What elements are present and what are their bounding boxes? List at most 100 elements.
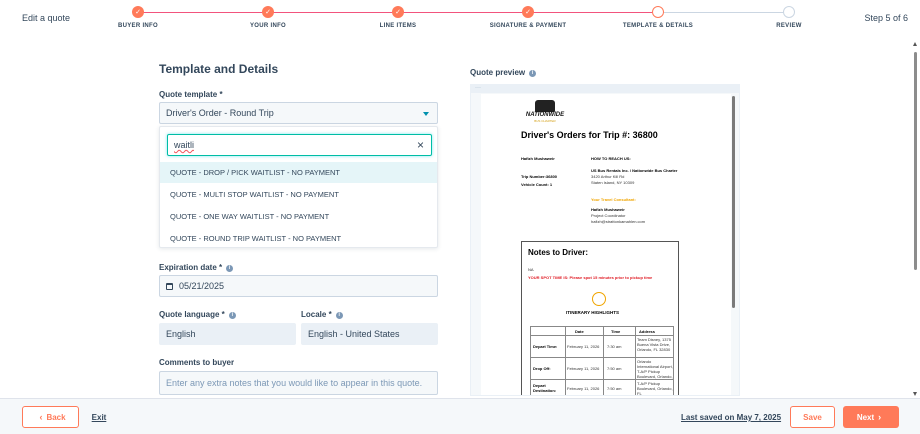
coin-icon [592,292,606,306]
locale-field: English - United States [301,323,438,345]
scrollbar-thumb[interactable] [914,52,917,270]
step-label: LINE ITEMS [379,23,417,29]
pending-step-circle-icon [783,6,795,18]
doc-consultant-title: Your Travel Consultant: [591,197,636,202]
table-cell: 7:50 am [607,386,622,391]
search-input-value: waitli [174,140,195,150]
step-template-details[interactable]: TEMPLATE & DETAILS [598,6,718,29]
table-cell: Team Disney, 1375 Buena Vista Drive, Orl… [637,337,671,352]
chevron-left-icon: ‹ [39,412,43,422]
check-icon: ✓ [132,6,144,18]
table-cell: 7:50 am [607,366,622,371]
preview-scrollbar[interactable] [732,96,735,308]
check-icon: ✓ [392,6,404,18]
dropdown-option[interactable]: QUOTE - ONE WAY WAITLIST - NO PAYMENT [160,206,437,227]
exit-link[interactable]: Exit [88,406,110,428]
table-header: Date [575,329,584,334]
logo-text: NATIONWIDE [525,112,565,118]
table-cell: 7:30 am [607,344,622,349]
table-row-label: Depart Destination: [533,383,557,393]
table-divider [531,379,673,380]
expiration-date-label-text: Expiration date * [159,263,223,272]
doc-contact-name: Hafizh Mushaweir [521,156,555,161]
quote-template-label: Quote template * [159,90,223,99]
back-button-label: Back [46,412,66,422]
step-label: SIGNATURE & PAYMENT [489,23,567,29]
expiration-date-label: Expiration date * i [159,263,234,272]
table-divider [635,327,636,395]
table-divider [603,327,604,395]
locale-label: Locale * i [301,310,343,319]
comments-textarea[interactable]: Enter any extra notes that you would lik… [159,371,438,395]
doc-reach-line: US Bus Rentals Inc. / Nationwide Bus Cha… [591,168,678,173]
clear-search-icon[interactable]: × [417,138,424,152]
step-label: BUYER INFO [117,23,158,29]
preview-document: NATIONWIDE BUS CHARTER Driver's Orders f… [481,94,731,395]
step-review[interactable]: REVIEW [729,6,849,29]
step-counter: Step 5 of 6 [864,13,908,23]
template-search-input[interactable]: waitli × [167,134,432,156]
last-saved-link[interactable]: Last saved on May 7, 2025 [681,413,781,422]
table-row-label: Depart Time: [533,344,558,349]
footer-bar: ‹ Back Exit Last saved on May 7, 2025 Sav… [0,398,920,434]
expiration-date-input[interactable]: 05/21/2025 [159,275,438,297]
section-title: Template and Details [159,62,279,76]
scroll-down-arrow-icon[interactable] [913,392,917,396]
table-cell: Orlando International Airport, T-A/P Pic… [637,359,673,379]
quote-progress-header: Edit a quote ✓ BUYER INFO ✓ YOUR INFO ✓ … [0,0,920,40]
quote-template-value: Driver's Order - Round Trip [166,108,274,118]
info-icon[interactable]: i [529,70,537,77]
doc-consultant-line: Project Coordinator [591,213,626,218]
company-logo: NATIONWIDE BUS CHARTER [523,100,567,124]
notes-spot-time: YOUR SPOT TIME IS: Please spot 15 minute… [528,275,653,280]
itinerary-title: ITINERARY HIGHLIGHTS [566,310,620,315]
step-line-items[interactable]: ✓ LINE ITEMS [338,6,458,29]
page-scrollbar[interactable] [913,42,918,396]
doc-consultant-line: Hafizh Mushaweir [591,207,625,212]
quote-preview-frame[interactable]: ··· NATIONWIDE BUS CHARTER Driver's Orde… [470,84,740,396]
notes-na: NA [528,267,534,272]
logo-subtext: BUS CHARTER [534,119,556,123]
doc-vehicle-count: Vehicle Count: 1 [521,182,553,187]
current-step-circle-icon [652,6,664,18]
step-label: YOUR INFO [249,23,287,29]
check-icon: ✓ [522,6,534,18]
table-divider [531,335,673,336]
dropdown-option[interactable]: QUOTE - ROUND TRIP WAITLIST - NO PAYMENT [160,228,437,249]
notes-to-driver-box: Notes to Driver: NA YOUR SPOT TIME IS: P… [521,241,679,395]
locale-value: English - United States [308,329,400,339]
next-button-label: Next [856,412,875,422]
quote-language-field: English [159,323,296,345]
table-header: Address [639,329,656,334]
quote-preview-label-text: Quote preview [470,68,526,77]
doc-trip-number: Trip Number:36800 [521,174,558,179]
info-icon[interactable]: i [228,312,236,319]
back-button[interactable]: ‹ Back [22,406,79,428]
save-button[interactable]: Save [790,406,835,428]
notes-title: Notes to Driver: [528,248,589,257]
bus-icon [535,100,555,112]
quote-preview-label: Quote preview i [470,68,537,77]
expiration-date-value: 05/21/2025 [179,281,225,291]
edit-quote-label: Edit a quote [22,13,71,23]
dropdown-option[interactable]: QUOTE - MULTI STOP WAITLIST - NO PAYMENT [160,184,437,205]
table-header: Time [611,329,621,334]
itinerary-table: Date Time Address Depart Time: February … [530,326,674,395]
table-cell: February 11, 2026 [567,344,600,349]
locale-label-text: Locale * [301,310,332,319]
step-buyer-info[interactable]: ✓ BUYER INFO [78,6,198,29]
info-icon[interactable]: i [226,265,234,272]
info-icon[interactable]: i [335,312,343,319]
quote-language-value: English [166,329,196,339]
next-button[interactable]: Next › [843,406,899,428]
scroll-up-arrow-icon[interactable] [913,42,917,46]
table-divider [531,357,673,358]
dropdown-option[interactable]: QUOTE - DROP / PICK WAITLIST - NO PAYMEN… [160,162,437,183]
quote-template-select[interactable]: Driver's Order - Round Trip [159,102,438,124]
caret-down-icon [423,112,429,116]
step-your-info[interactable]: ✓ YOUR INFO [208,6,328,29]
table-cell: T-A/P Pickup Boulevard, Orlando, FL [637,381,673,395]
step-signature-payment[interactable]: ✓ SIGNATURE & PAYMENT [468,6,588,29]
chevron-right-icon: › [878,412,882,422]
calendar-icon [166,283,173,290]
